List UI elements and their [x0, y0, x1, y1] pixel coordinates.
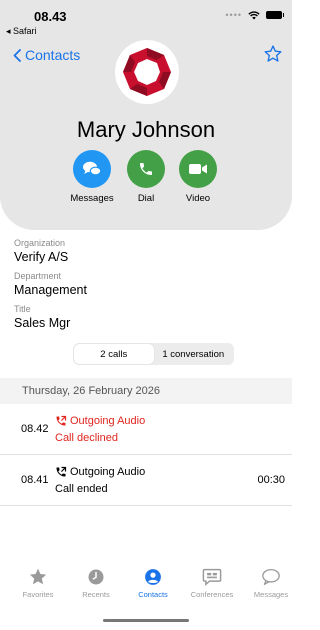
- dial-action[interactable]: Dial: [116, 150, 176, 204]
- field-value: Sales Mgr: [14, 316, 71, 330]
- status-time: 08.43: [34, 9, 67, 24]
- tab-label: Contacts: [138, 590, 168, 599]
- wifi-icon: [248, 10, 260, 19]
- call-type: Outgoing Audio: [55, 466, 145, 478]
- tab-label: Messages: [253, 590, 289, 599]
- video-label: Video: [185, 193, 211, 204]
- call-row[interactable]: 08.41 Outgoing Audio Call ended 00:30: [0, 455, 292, 505]
- messages-button[interactable]: [73, 150, 111, 188]
- messages-action[interactable]: Messages: [62, 150, 122, 204]
- divider: [0, 505, 292, 506]
- title-field: Title Sales Mgr: [14, 304, 284, 331]
- video-camera-icon: [189, 164, 207, 174]
- call-type: Outgoing Audio: [55, 415, 145, 427]
- star-outline-icon: [264, 45, 282, 62]
- tab-contacts[interactable]: Contacts: [125, 566, 181, 599]
- phone-screen: 08.43 ◂ Safari •••• Contacts Mary Johnso…: [0, 0, 292, 630]
- tab-conferences[interactable]: Conferences: [184, 566, 240, 599]
- chat-bubble-icon: [262, 568, 280, 586]
- conference-icon: [202, 568, 222, 586]
- chat-bubbles-icon: [83, 161, 102, 176]
- favorite-button[interactable]: [263, 44, 283, 64]
- tab-messages[interactable]: Messages: [243, 566, 299, 599]
- clock-icon: [88, 569, 104, 585]
- battery-icon: [266, 11, 284, 19]
- dial-button[interactable]: [127, 150, 165, 188]
- person-icon: [145, 569, 161, 585]
- call-status: Call declined: [55, 432, 118, 444]
- back-button[interactable]: Contacts: [13, 47, 80, 63]
- history-segmented-control: 2 calls 1 conversation: [73, 343, 234, 365]
- outgoing-call-icon: [56, 466, 67, 477]
- signal-icon: ••••: [225, 10, 242, 20]
- department-field: Department Management: [14, 271, 284, 298]
- back-to-safari-link[interactable]: ◂ Safari: [6, 26, 37, 37]
- field-label: Organization: [14, 238, 66, 248]
- tab-recents[interactable]: Recents: [68, 566, 124, 599]
- date-section-header: Thursday, 26 February 2026: [0, 378, 292, 404]
- tab-favorites[interactable]: Favorites: [10, 566, 66, 599]
- segment-calls[interactable]: 2 calls: [74, 344, 154, 364]
- call-type-label: Outgoing Audio: [70, 466, 146, 478]
- organization-field: Organization Verify A/S: [14, 238, 284, 265]
- chevron-left-icon: [13, 48, 21, 62]
- field-value: Management: [14, 283, 87, 297]
- segment-conversations[interactable]: 1 conversation: [154, 344, 234, 364]
- field-label: Title: [14, 304, 31, 314]
- back-label: Contacts: [25, 47, 81, 63]
- tab-bar: Favorites Recents Contacts Conferences M…: [0, 566, 292, 610]
- date-label: Thursday, 26 February 2026: [22, 385, 160, 397]
- video-action[interactable]: Video: [168, 150, 228, 204]
- company-logo-icon: [123, 48, 171, 96]
- outgoing-call-icon: [56, 415, 67, 426]
- contact-details: Organization Verify A/S Department Manag…: [14, 238, 284, 337]
- tab-label: Favorites: [22, 590, 54, 599]
- status-indicators: ••••: [225, 10, 284, 20]
- call-time: 08.41: [21, 474, 49, 486]
- tab-label: Recents: [82, 590, 110, 599]
- call-time: 08.42: [21, 423, 49, 435]
- contact-name: Mary Johnson: [76, 117, 216, 142]
- field-label: Department: [14, 271, 62, 281]
- video-button[interactable]: [179, 150, 217, 188]
- messages-label: Messages: [70, 193, 114, 204]
- call-row[interactable]: 08.42 Outgoing Audio Call declined: [0, 404, 292, 454]
- phone-icon: [140, 163, 152, 175]
- dial-label: Dial: [137, 193, 155, 204]
- field-value: Verify A/S: [14, 250, 69, 264]
- tab-label: Conferences: [190, 590, 234, 599]
- contact-avatar: [115, 40, 179, 104]
- status-bar: 08.43 ◂ Safari ••••: [0, 0, 292, 37]
- home-indicator[interactable]: [103, 619, 189, 622]
- star-icon: [29, 568, 47, 585]
- call-duration: 00:30: [257, 474, 285, 486]
- call-status: Call ended: [55, 483, 108, 495]
- call-type-label: Outgoing Audio: [70, 415, 146, 427]
